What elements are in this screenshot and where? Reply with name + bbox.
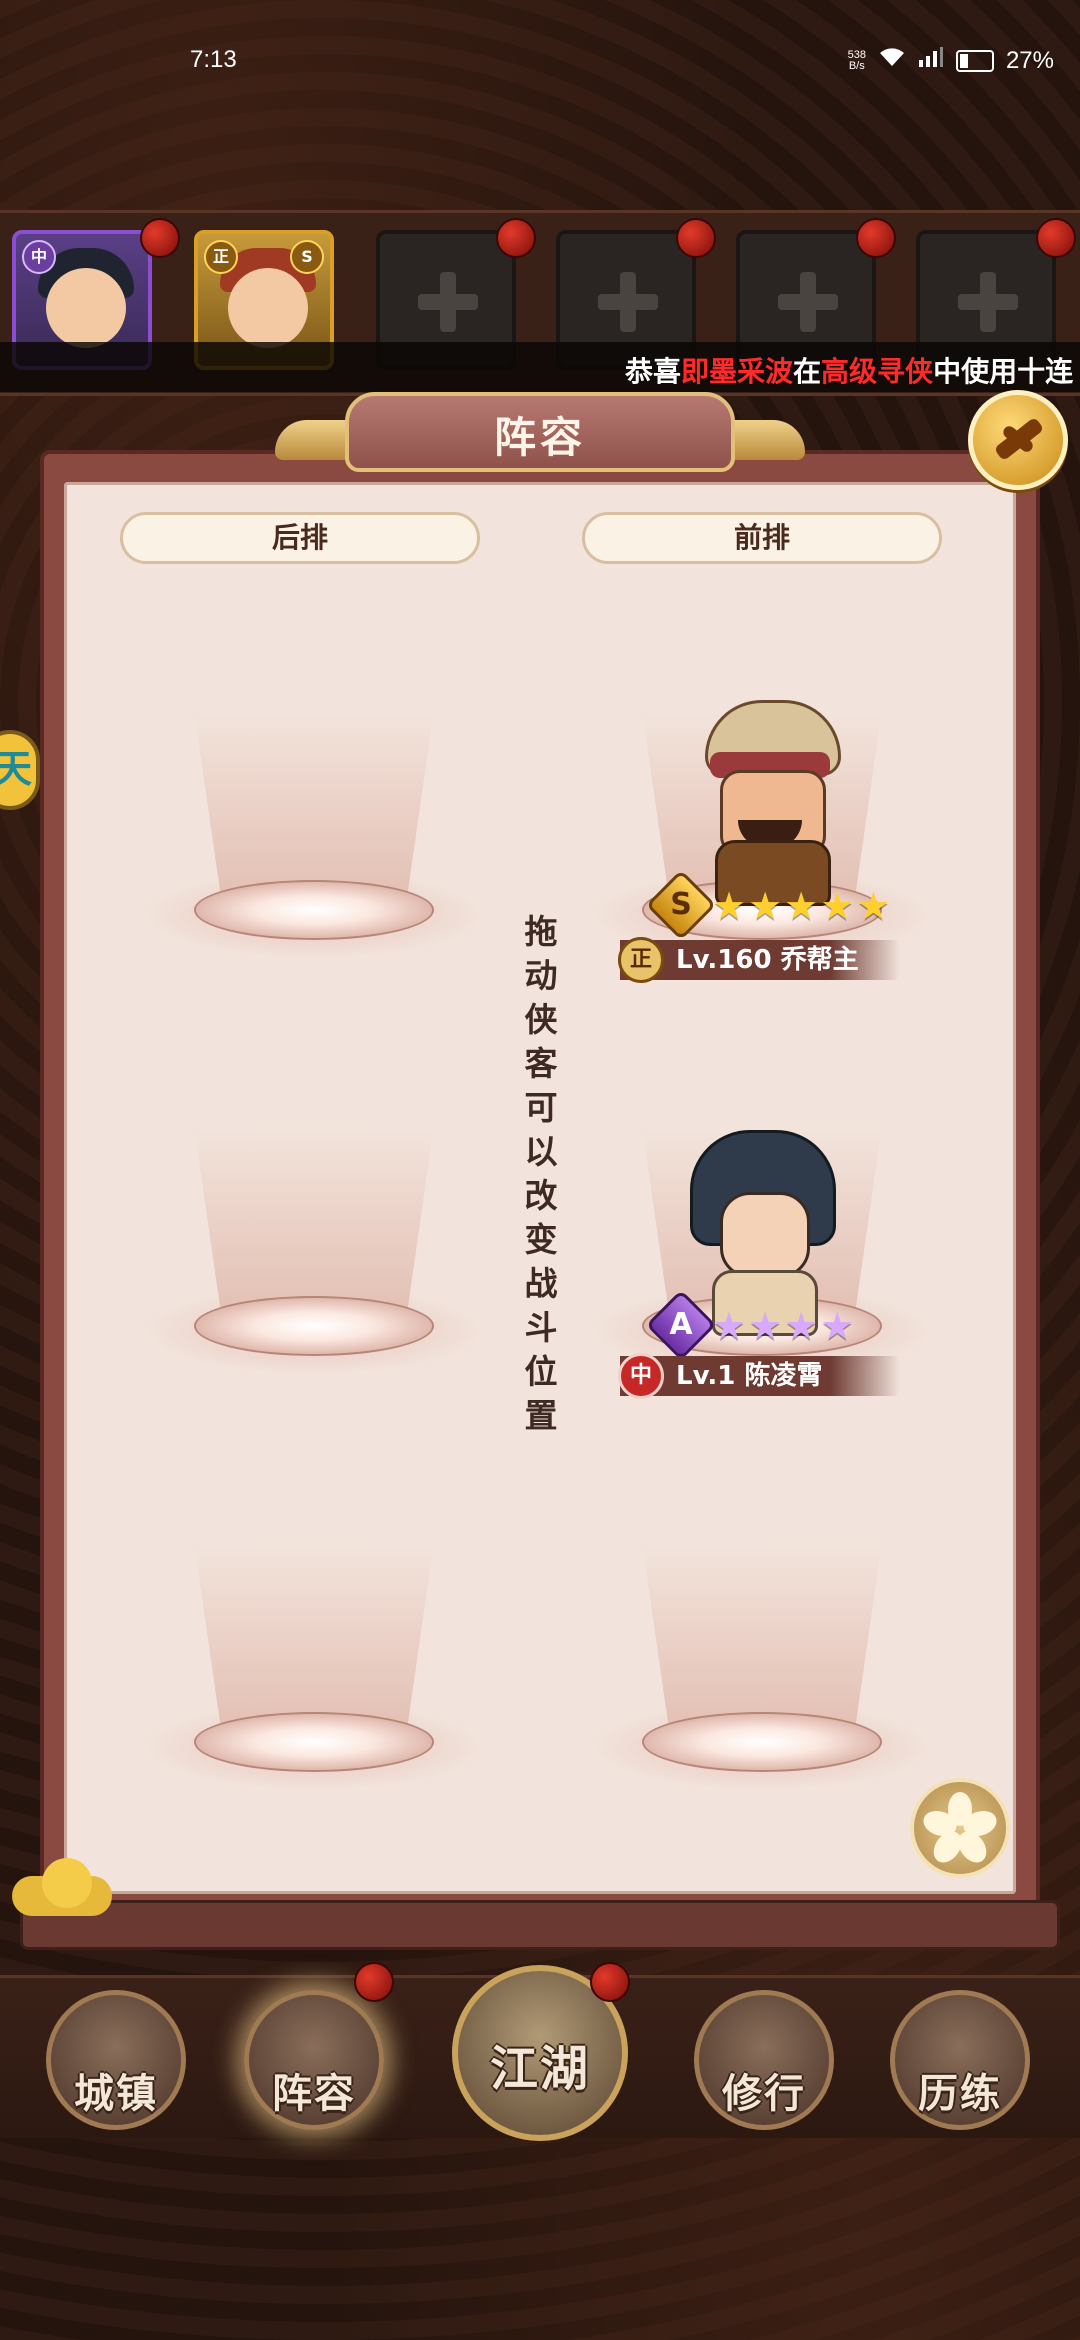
formation-slot-back-3[interactable] [134, 1512, 494, 1812]
faction-badge: 中 [22, 240, 56, 274]
back-row-header: 后排 [120, 512, 480, 564]
panel-title: 阵容 [493, 413, 586, 462]
plus-icon [958, 272, 1018, 332]
battery-level: 27% [1005, 46, 1054, 74]
nav-label: 城镇 [74, 2071, 158, 2117]
nav-cultivation-button[interactable]: 修行 [694, 1990, 834, 2130]
star-icon: ★ [748, 884, 783, 928]
hero-face [720, 1192, 810, 1278]
flower-icon-button[interactable] [910, 1778, 1010, 1878]
cloud-ornament-icon [12, 1858, 112, 1918]
lantern-ornament [1036, 218, 1076, 258]
nav-town-button[interactable]: 城镇 [46, 1990, 186, 2130]
ticker-player: 即墨采波 [681, 355, 794, 388]
lantern-ornament [140, 218, 180, 258]
nav-label: 阵容 [272, 2071, 356, 2117]
star-icon: ★ [712, 1304, 747, 1348]
rank-letter: A [669, 1307, 693, 1342]
side-event-badge[interactable]: 天 [0, 730, 40, 810]
nav-formation-button[interactable]: 阵容 [244, 1990, 384, 2130]
nav-trials-button[interactable]: 历练 [890, 1990, 1030, 2130]
star-icon: ★ [748, 1304, 783, 1348]
nav-label: 江湖 [489, 2041, 590, 2097]
panel-bottom-scroll [20, 1900, 1060, 1950]
star-icon: ★ [820, 884, 855, 928]
status-indicators: 538 B/s 27% [848, 46, 1054, 75]
network-speed: 538 B/s [847, 48, 866, 72]
ticker-message: 恭喜即墨采波在高级寻侠中使用十连 [625, 350, 1073, 390]
hero-name: 乔帮主 [780, 945, 859, 975]
front-row-header: 前排 [582, 512, 942, 564]
star-rating: ★ ★ ★ ★ ★ [712, 886, 890, 926]
network-speed-value: 538 [847, 48, 866, 61]
hero-face [228, 268, 308, 348]
ticker-mid: 在 [793, 355, 822, 388]
battery-icon [955, 49, 994, 72]
lantern-ornament [354, 1962, 394, 2002]
slot-pedestal [194, 1712, 434, 1772]
panel-title-plate: 阵容 [345, 392, 735, 472]
hero-level: Lv.1 [676, 1361, 736, 1391]
star-icon: ★ [820, 1304, 855, 1348]
star-icon: ★ [712, 884, 747, 928]
star-icon: ★ [784, 884, 819, 928]
faction-badge: 正 [204, 240, 238, 274]
hero-name: 陈凌霄 [744, 1361, 823, 1391]
wifi-icon [878, 46, 906, 75]
drag-hint: 拖动侠客可以改变战斗位置 [524, 912, 558, 1435]
lantern-ornament [496, 218, 536, 258]
ticker-suffix: 中使用十连 [933, 355, 1074, 388]
rank-badge: S [290, 240, 324, 274]
plus-icon [778, 272, 838, 332]
plus-icon [418, 272, 478, 332]
formation-hero-figure[interactable] [680, 700, 850, 906]
status-time: 7:13 [190, 46, 237, 73]
network-speed-unit: B/s [848, 59, 865, 72]
faction-badge: 正 [618, 937, 664, 983]
lantern-ornament [590, 1962, 630, 2002]
plus-icon [598, 272, 658, 332]
faction-badge: 中 [618, 1353, 664, 1399]
signal-icon [918, 46, 944, 75]
hero-face [46, 268, 126, 348]
rank-letter: S [670, 887, 692, 922]
star-icon: ★ [784, 1304, 819, 1348]
formation-slot-back-1[interactable] [134, 680, 494, 980]
star-icon: ★ [856, 884, 891, 928]
nav-label: 历练 [918, 2071, 1002, 2117]
close-button[interactable] [968, 390, 1068, 490]
formation-hero-figure[interactable] [672, 1130, 842, 1336]
formation-slot-front-3[interactable] [582, 1512, 942, 1812]
formation-slot-back-2[interactable] [134, 1096, 494, 1396]
ticker-prefix: 恭喜 [625, 355, 682, 388]
nav-label: 修行 [722, 2071, 806, 2117]
broadcast-ticker: 恭喜即墨采波在高级寻侠中使用十连 [0, 342, 1080, 392]
slot-pedestal [642, 1712, 882, 1772]
lantern-ornament [856, 218, 896, 258]
slot-pedestal [194, 880, 434, 940]
ticker-place: 高级寻侠 [821, 355, 934, 388]
lantern-ornament [676, 218, 716, 258]
hero-level: Lv.160 [676, 945, 772, 975]
status-bar: 7:13 538 B/s 27% [0, 0, 1080, 130]
slot-pedestal [194, 1296, 434, 1356]
star-rating: ★ ★ ★ ★ [712, 1306, 854, 1346]
